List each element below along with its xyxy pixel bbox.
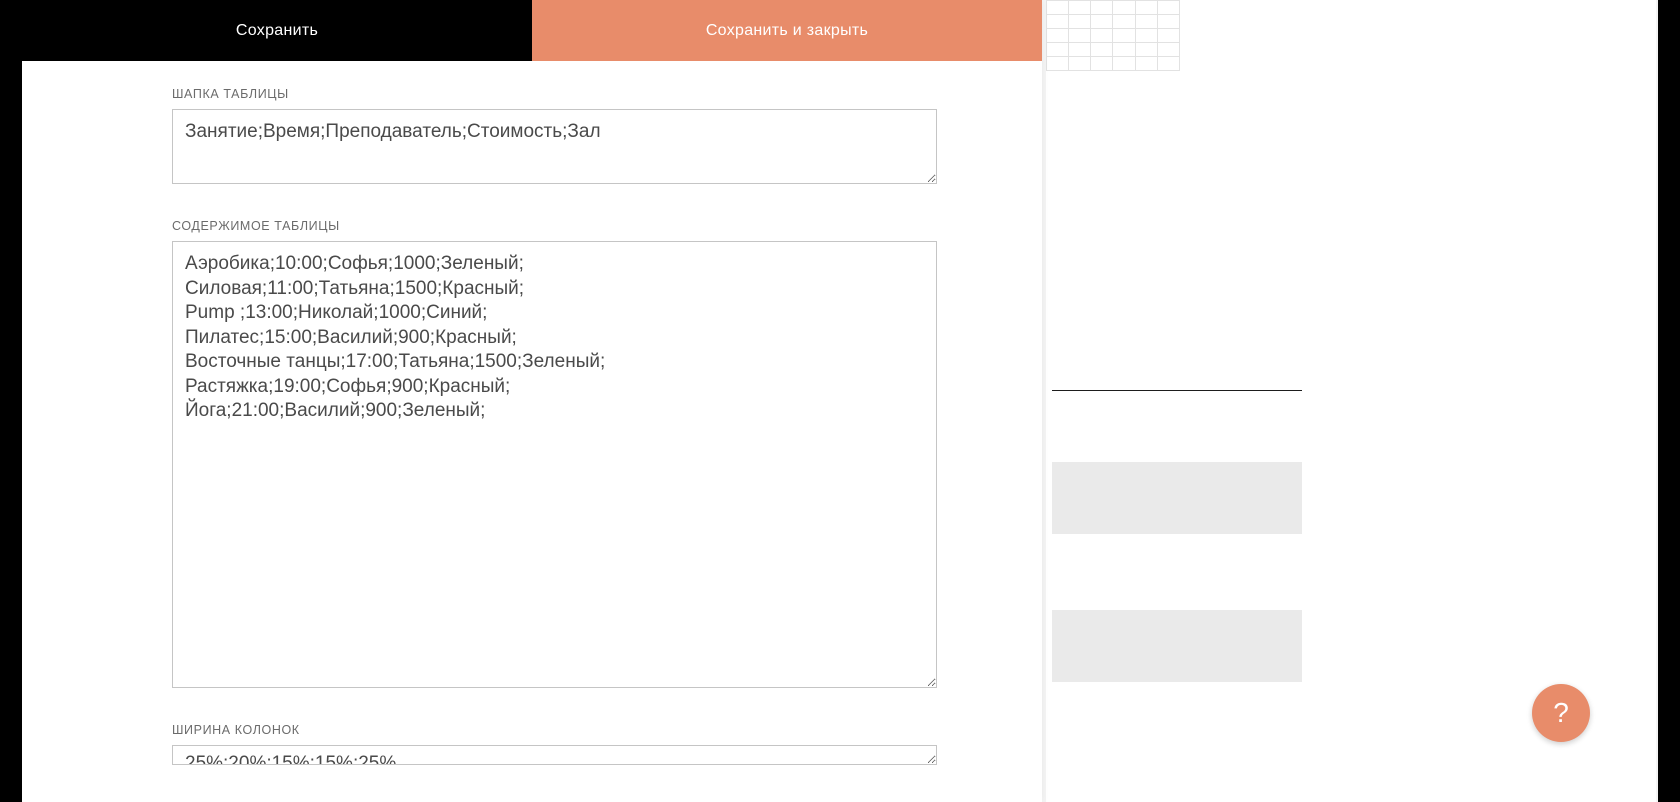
preview-mini-table [1046, 0, 1180, 71]
form-area: ШАПКА ТАБЛИЦЫ СОДЕРЖИМОЕ ТАБЛИЦЫ ШИРИНА … [22, 61, 1042, 770]
save-button[interactable]: Сохранить [22, 0, 532, 61]
table-content-textarea[interactable] [172, 241, 937, 688]
table-header-textarea[interactable] [172, 109, 937, 184]
editor-panel: Сохранить Сохранить и закрыть ШАПКА ТАБЛ… [22, 0, 1042, 802]
help-icon: ? [1553, 697, 1569, 729]
field-group-table-header: ШАПКА ТАБЛИЦЫ [172, 87, 892, 189]
save-and-close-button[interactable]: Сохранить и закрыть [532, 0, 1042, 61]
preview-divider [1052, 390, 1302, 391]
preview-field-1 [1052, 462, 1302, 534]
window-gutter-right [1658, 0, 1680, 802]
preview-field-2 [1052, 610, 1302, 682]
field-group-table-content: СОДЕРЖИМОЕ ТАБЛИЦЫ [172, 219, 892, 693]
help-fab[interactable]: ? [1532, 684, 1590, 742]
window-gutter-left [0, 0, 22, 802]
table-header-label: ШАПКА ТАБЛИЦЫ [172, 87, 892, 101]
table-content-label: СОДЕРЖИМОЕ ТАБЛИЦЫ [172, 219, 892, 233]
preview-column [1046, 0, 1656, 802]
action-bar: Сохранить Сохранить и закрыть [22, 0, 1042, 61]
column-widths-label: ШИРИНА КОЛОНОК [172, 723, 892, 737]
field-group-column-widths: ШИРИНА КОЛОНОК [172, 723, 892, 770]
column-widths-textarea[interactable] [172, 745, 937, 765]
